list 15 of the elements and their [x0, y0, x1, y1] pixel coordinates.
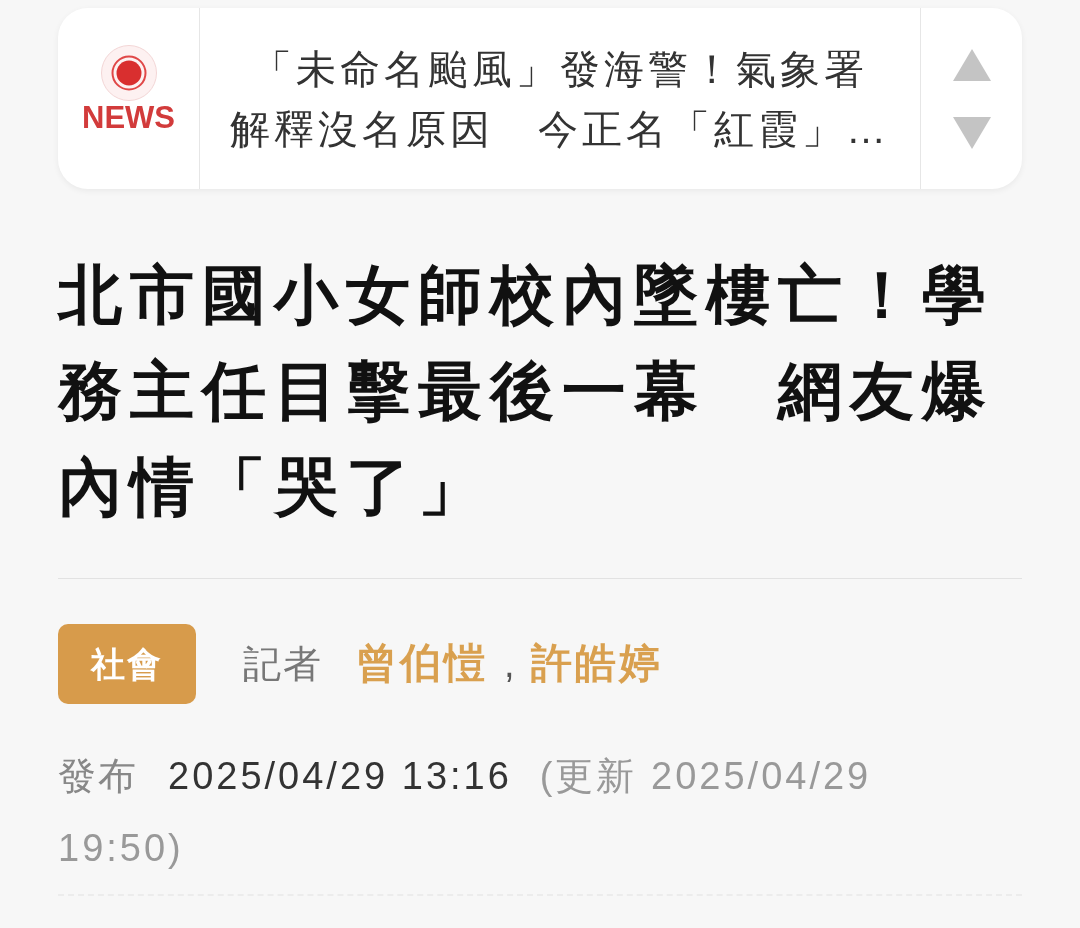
ticker-headline-line[interactable]: 解釋沒名原因 今正名「紅霞」…	[230, 98, 890, 159]
triangle-up-icon	[952, 48, 991, 81]
article-title: 北市國小女師校內墜樓亡！學務主任目擊最後一幕 網友爆內情「哭了」	[58, 258, 995, 525]
byline-label: 記者	[243, 641, 323, 687]
author-separator: ,	[504, 641, 515, 687]
ticker-headline-line[interactable]: 「未命名颱風」發海警！氣象署	[252, 38, 868, 99]
news-record-icon	[100, 45, 157, 101]
news-logo-label: NEWS	[82, 101, 175, 135]
scroll-down-button[interactable]	[952, 116, 991, 149]
triangle-down-icon	[952, 116, 991, 149]
scroll-up-button[interactable]	[952, 48, 991, 81]
author-name[interactable]: 曾伯愷	[356, 633, 488, 695]
author-name[interactable]: 許皓婷	[530, 633, 663, 695]
publish-info: 發布 2025/04/29 13:16 (更新 2025/04/29 19:50)	[58, 754, 873, 871]
category-tag[interactable]: 社會	[58, 624, 196, 704]
